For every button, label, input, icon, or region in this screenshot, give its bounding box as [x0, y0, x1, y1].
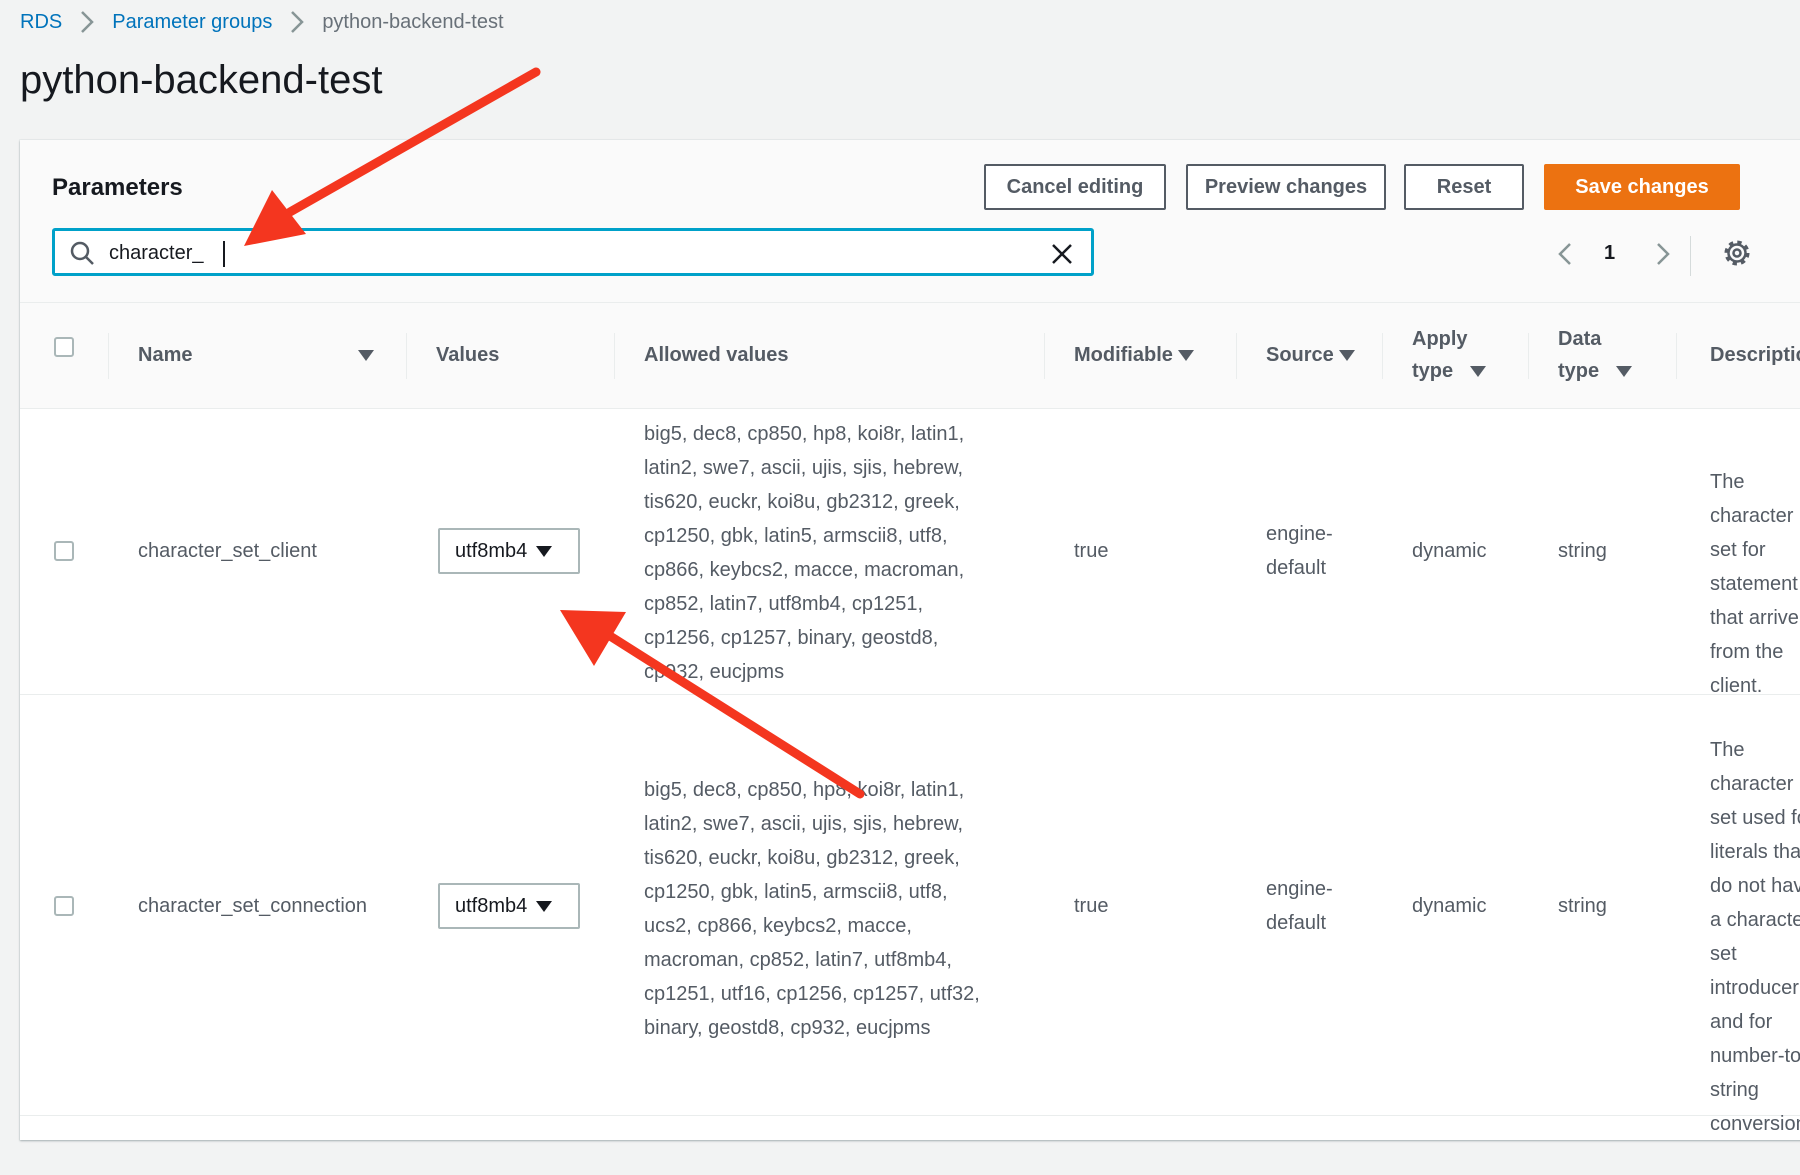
page-number[interactable]: 1	[1604, 242, 1615, 265]
apply-type-value: dynamic	[1412, 895, 1487, 917]
table-row: character_set_client utf8mb4 big5, dec8,…	[20, 409, 1800, 697]
table-header: Name Values Allowed values Modifiable So…	[20, 303, 1800, 409]
cancel-editing-button[interactable]: Cancel editing	[984, 164, 1166, 210]
data-type-value: string	[1558, 540, 1607, 562]
page-title: python-backend-test	[20, 58, 383, 102]
column-divider	[108, 333, 109, 379]
column-divider	[614, 333, 615, 379]
caret-down-icon	[1469, 366, 1486, 378]
divider	[1690, 236, 1691, 276]
caret-down-icon	[1178, 350, 1195, 362]
gear-icon[interactable]	[1722, 238, 1752, 268]
row-checkbox[interactable]	[54, 541, 74, 561]
column-header-data-type[interactable]: Data type	[1558, 323, 1632, 387]
caret-down-icon[interactable]	[358, 350, 374, 361]
column-header-values: Values	[436, 344, 500, 366]
select-all-checkbox[interactable]	[54, 337, 74, 357]
allowed-values: big5, dec8, cp850, hp8, koi8r, latin1, la…	[644, 423, 965, 683]
description-value: The character set used fo literals tha do no…	[1710, 739, 1800, 1135]
caret-down-icon	[1339, 350, 1356, 362]
clear-icon[interactable]	[1049, 241, 1075, 267]
chevron-right-icon[interactable]	[1650, 240, 1674, 268]
search-icon	[70, 241, 94, 265]
column-header-modifiable[interactable]: Modifiable	[1074, 339, 1195, 371]
caret-down-icon	[536, 900, 553, 912]
value-select[interactable]: utf8mb4	[438, 528, 580, 574]
chevron-right-icon	[81, 11, 95, 33]
panel-title: Parameters	[52, 174, 183, 201]
table-row: character_set_connection utf8mb4 big5, d…	[20, 695, 1800, 1135]
source-value: engine-default	[1266, 878, 1333, 934]
column-header-name[interactable]: Name	[138, 339, 192, 371]
parameter-name: character_set_connection	[138, 895, 368, 917]
parameter-name: character_set_client	[138, 540, 317, 562]
column-divider	[1236, 333, 1237, 379]
source-value: engine-default	[1266, 523, 1333, 579]
column-divider	[1044, 333, 1045, 379]
column-divider	[1676, 333, 1677, 379]
breadcrumb-current: python-backend-test	[322, 10, 504, 33]
column-divider	[1382, 333, 1383, 379]
preview-changes-button[interactable]: Preview changes	[1186, 164, 1386, 210]
modifiable-value: true	[1074, 540, 1109, 562]
column-divider	[406, 333, 407, 379]
caret-down-icon	[536, 545, 553, 557]
data-type-value: string	[1558, 895, 1607, 917]
column-header-allowed-values: Allowed values	[644, 344, 789, 366]
text-cursor	[223, 241, 225, 267]
column-header-source[interactable]: Source	[1266, 339, 1356, 371]
modifiable-value: true	[1074, 895, 1109, 917]
reset-button[interactable]: Reset	[1404, 164, 1524, 210]
panel-header: Parameters Cancel editing Preview change…	[20, 140, 1800, 303]
chevron-left-icon[interactable]	[1554, 240, 1578, 268]
allowed-values: big5, dec8, cp850, hp8, koi8r, latin1, la…	[644, 779, 980, 1039]
search-input[interactable]	[109, 239, 1009, 267]
save-changes-button[interactable]: Save changes	[1544, 164, 1740, 210]
row-checkbox[interactable]	[54, 896, 74, 916]
search-field[interactable]	[52, 228, 1094, 276]
column-divider	[1528, 333, 1529, 379]
column-header-apply-type[interactable]: Apply type	[1412, 323, 1486, 387]
parameters-panel: Parameters Cancel editing Preview change…	[20, 140, 1800, 1140]
breadcrumb-parameter-groups[interactable]: Parameter groups	[112, 11, 272, 34]
column-header-description: Descriptic	[1710, 344, 1800, 366]
breadcrumb-rds[interactable]: RDS	[20, 11, 62, 34]
caret-down-icon	[1615, 366, 1632, 378]
value-select[interactable]: utf8mb4	[438, 883, 580, 929]
description-value: The character set for statement that arrive f…	[1710, 471, 1799, 697]
breadcrumb: RDS Parameter groups python-backend-test	[20, 8, 504, 36]
apply-type-value: dynamic	[1412, 540, 1487, 562]
chevron-right-icon	[291, 11, 305, 33]
